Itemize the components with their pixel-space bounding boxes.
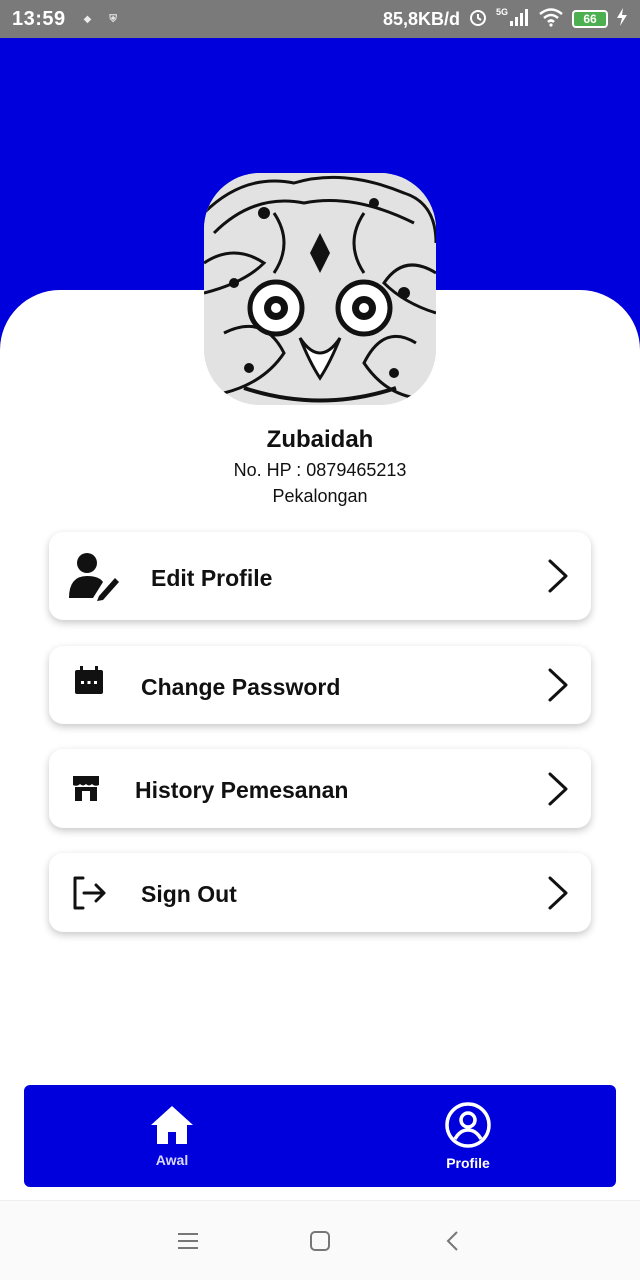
- battery-icon: 66: [572, 10, 608, 28]
- bottom-navigation: Awal Profile: [24, 1085, 616, 1187]
- change-password-label: Change Password: [141, 674, 341, 700]
- profile-name: Zubaidah: [266, 426, 374, 453]
- edit-profile-button[interactable]: Edit Profile: [49, 532, 591, 620]
- profile-icon: [445, 1102, 491, 1148]
- sign-out-label: Sign Out: [141, 881, 237, 907]
- status-bar: 13:59 ◆ ⛨ 85,8KB/d 5G 66: [0, 0, 640, 38]
- sign-out-icon: [71, 875, 107, 911]
- chevron-right-icon: [548, 876, 568, 909]
- user-edit-icon: [69, 552, 119, 602]
- back-icon[interactable]: [436, 1225, 468, 1257]
- shield-icon: ⛨: [109, 13, 117, 25]
- nav-label-profile: Profile: [446, 1155, 490, 1171]
- history-pemesanan-button[interactable]: History Pemesanan: [49, 749, 591, 828]
- home-icon: [151, 1106, 193, 1144]
- nav-item-awal[interactable]: Awal: [24, 1085, 320, 1187]
- menu-icon[interactable]: [172, 1225, 204, 1257]
- network-speed: 85,8KB/d: [382, 8, 460, 29]
- change-password-button[interactable]: Change Password: [49, 646, 591, 724]
- profile-phone: No. HP : 0879465213: [233, 460, 407, 480]
- chevron-right-icon: [548, 772, 568, 805]
- wifi-icon: [538, 7, 564, 32]
- sign-out-button[interactable]: Sign Out: [49, 853, 591, 932]
- calendar-icon: [74, 666, 104, 696]
- signal-icon: 5G: [496, 6, 530, 33]
- nav-label-awal: Awal: [155, 1152, 189, 1168]
- profile-sheet: [0, 290, 640, 1190]
- signal-label: 5G: [496, 7, 508, 17]
- notification-icon: ◆: [83, 13, 92, 25]
- chevron-right-icon: [548, 668, 568, 702]
- nav-item-profile[interactable]: Profile: [320, 1085, 616, 1187]
- profile-city: Pekalongan: [272, 486, 368, 506]
- system-navigation-bar: [0, 1200, 640, 1280]
- edit-profile-label: Edit Profile: [151, 565, 273, 591]
- history-pemesanan-label: History Pemesanan: [135, 777, 349, 803]
- charging-icon: [616, 7, 628, 32]
- chevron-right-icon: [548, 559, 568, 593]
- batik-mask-avatar: [204, 173, 436, 405]
- alarm-icon: [468, 7, 488, 32]
- store-icon: [72, 774, 100, 802]
- home-square-icon[interactable]: [304, 1225, 336, 1257]
- status-time: 13:59: [12, 7, 66, 30]
- avatar[interactable]: [204, 173, 436, 405]
